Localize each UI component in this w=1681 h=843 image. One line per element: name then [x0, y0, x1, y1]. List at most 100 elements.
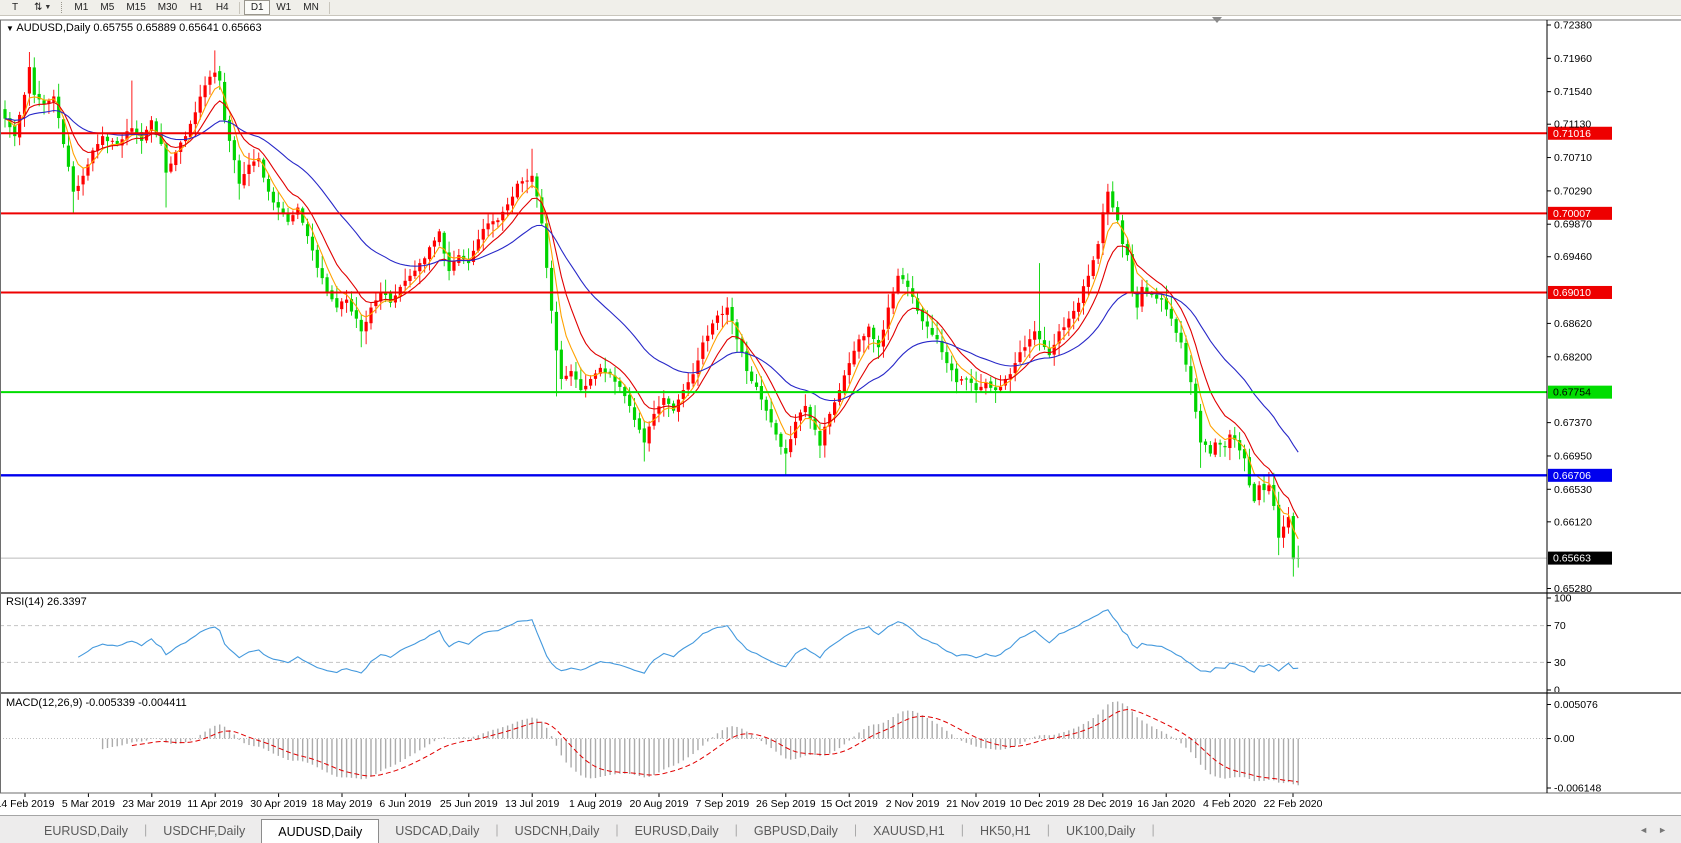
timeframe-button-H1[interactable]: H1 — [183, 0, 209, 15]
timeframe-button-H4[interactable]: H4 — [209, 0, 235, 15]
date-axis-label: 1 Aug 2019 — [569, 798, 622, 810]
text-tool-button[interactable]: T — [2, 0, 28, 15]
ohlc-low: 0.65641 — [179, 22, 219, 34]
date-axis-label: 26 Sep 2019 — [756, 798, 816, 810]
candle-body — [955, 369, 958, 383]
timeframe-button-M1[interactable]: M1 — [68, 0, 94, 15]
candle-body — [711, 323, 714, 334]
tab-usdchf-daily[interactable]: USDCHF,Daily — [147, 819, 261, 843]
toolbar-separator — [329, 2, 330, 14]
date-axis-label: 23 Mar 2019 — [122, 798, 181, 810]
candle-body — [584, 386, 587, 389]
candle-body — [13, 126, 16, 136]
chart-tab-bar: EURUSD,Daily|USDCHF,DailyAUDUSD,DailyUSD… — [0, 815, 1681, 843]
candle-body — [1097, 244, 1100, 259]
candle-body — [667, 398, 670, 403]
candle-body — [789, 439, 792, 452]
tab-usdcad-daily[interactable]: USDCAD,Daily — [379, 819, 495, 843]
date-axis-label: 5 Mar 2019 — [62, 798, 115, 810]
candle-body — [1277, 505, 1280, 538]
tab-usdcnh-daily[interactable]: USDCNH,Daily — [499, 819, 616, 843]
candle-body — [716, 315, 719, 322]
rsi-panel[interactable] — [0, 594, 1681, 693]
candle-body — [423, 258, 426, 264]
candle-body — [1092, 260, 1095, 276]
macd-axis-label: 0.00 — [1554, 733, 1575, 745]
date-axis-label: 20 Aug 2019 — [630, 798, 689, 810]
tab-scroll-left-icon[interactable]: ◄ — [1639, 825, 1648, 835]
rsi-axis-label: 70 — [1554, 620, 1566, 632]
price-axis-label: 0.67370 — [1554, 417, 1592, 429]
candle-body — [765, 400, 768, 411]
timeframe-button-MN[interactable]: MN — [297, 0, 325, 15]
level-price-label: 0.69010 — [1553, 287, 1591, 299]
candle-body — [1175, 319, 1178, 333]
candle-body — [77, 186, 80, 191]
candle-body — [565, 376, 568, 379]
chart-plot-area[interactable] — [0, 20, 1681, 593]
timeframe-button-M15[interactable]: M15 — [120, 0, 151, 15]
price-axis-label: 0.71130 — [1554, 119, 1591, 131]
price-axis-label: 0.71960 — [1554, 53, 1592, 65]
candle-body — [999, 387, 1002, 390]
macd-panel[interactable] — [0, 694, 1681, 794]
candle-body — [1189, 366, 1192, 382]
tab-eurusd-daily[interactable]: EURUSD,Daily — [28, 819, 144, 843]
tab-xauusd-h1[interactable]: XAUUSD,H1 — [857, 819, 961, 843]
collapse-chart-icon[interactable]: ▼ — [6, 24, 14, 33]
tab-hk50-h1[interactable]: HK50,H1 — [964, 819, 1047, 843]
tab-uk100-daily[interactable]: UK100,Daily — [1050, 819, 1151, 843]
date-axis-label: 21 Nov 2019 — [946, 798, 1006, 810]
candle-body — [306, 224, 309, 236]
candle-body — [1184, 343, 1187, 365]
candle-body — [106, 137, 109, 141]
candle-body — [755, 383, 758, 387]
candle-body — [521, 181, 524, 183]
candle-body — [438, 231, 441, 242]
candle-body — [550, 268, 553, 311]
date-axis-label: 10 Dec 2019 — [1010, 798, 1070, 810]
candle-body — [511, 197, 514, 206]
candle-body — [750, 372, 753, 381]
candle-body — [1067, 319, 1070, 328]
candle-body — [804, 406, 807, 412]
candle-body — [496, 220, 499, 222]
date-axis-label: 14 Feb 2019 — [0, 798, 55, 810]
tab-separator: | — [1151, 816, 1154, 843]
chart-canvas[interactable]: 0.710160.700070.690100.677540.667060.656… — [0, 0, 1681, 843]
candle-body — [247, 165, 250, 174]
price-axis-label: 0.68200 — [1554, 351, 1592, 363]
timeframe-button-M30[interactable]: M30 — [152, 0, 183, 15]
candle-body — [1194, 384, 1197, 412]
candle-body — [369, 308, 372, 324]
price-axis-label: 0.70710 — [1554, 152, 1592, 164]
timeframe-button-W1[interactable]: W1 — [270, 0, 297, 15]
rsi-axis-label: 100 — [1554, 593, 1572, 605]
candle-body — [896, 276, 899, 293]
candle-body — [1082, 286, 1085, 303]
price-axis-label: 0.66530 — [1554, 484, 1592, 496]
candle-body — [526, 181, 529, 182]
tab-eurusd-daily[interactable]: EURUSD,Daily — [619, 819, 735, 843]
tab-audusd-daily[interactable]: AUDUSD,Daily — [261, 819, 379, 843]
candle-body — [589, 379, 592, 386]
macd-axis-label: 0.005076 — [1554, 699, 1598, 711]
candle-body — [1170, 309, 1173, 319]
ohlc-open: 0.65755 — [93, 22, 133, 34]
date-axis-label: 4 Feb 2020 — [1203, 798, 1256, 810]
candle-body — [574, 371, 577, 379]
candle-body — [1258, 485, 1261, 500]
pointer-tool-button[interactable]: ⇅ ▼ — [28, 0, 57, 15]
candle-body — [101, 136, 104, 145]
tab-gbpusd-daily[interactable]: GBPUSD,Daily — [738, 819, 854, 843]
candle-body — [638, 418, 641, 429]
date-axis-label: 11 Apr 2019 — [187, 798, 243, 810]
candle-body — [1262, 484, 1265, 490]
timeframe-button-M5[interactable]: M5 — [94, 0, 120, 15]
ohlc-high: 0.65889 — [136, 22, 176, 34]
tab-scroll-right-icon[interactable]: ► — [1658, 825, 1667, 835]
candle-body — [721, 314, 724, 315]
candle-body — [687, 382, 690, 389]
timeframe-button-D1[interactable]: D1 — [244, 0, 270, 15]
toolbar-grip[interactable] — [61, 2, 64, 13]
